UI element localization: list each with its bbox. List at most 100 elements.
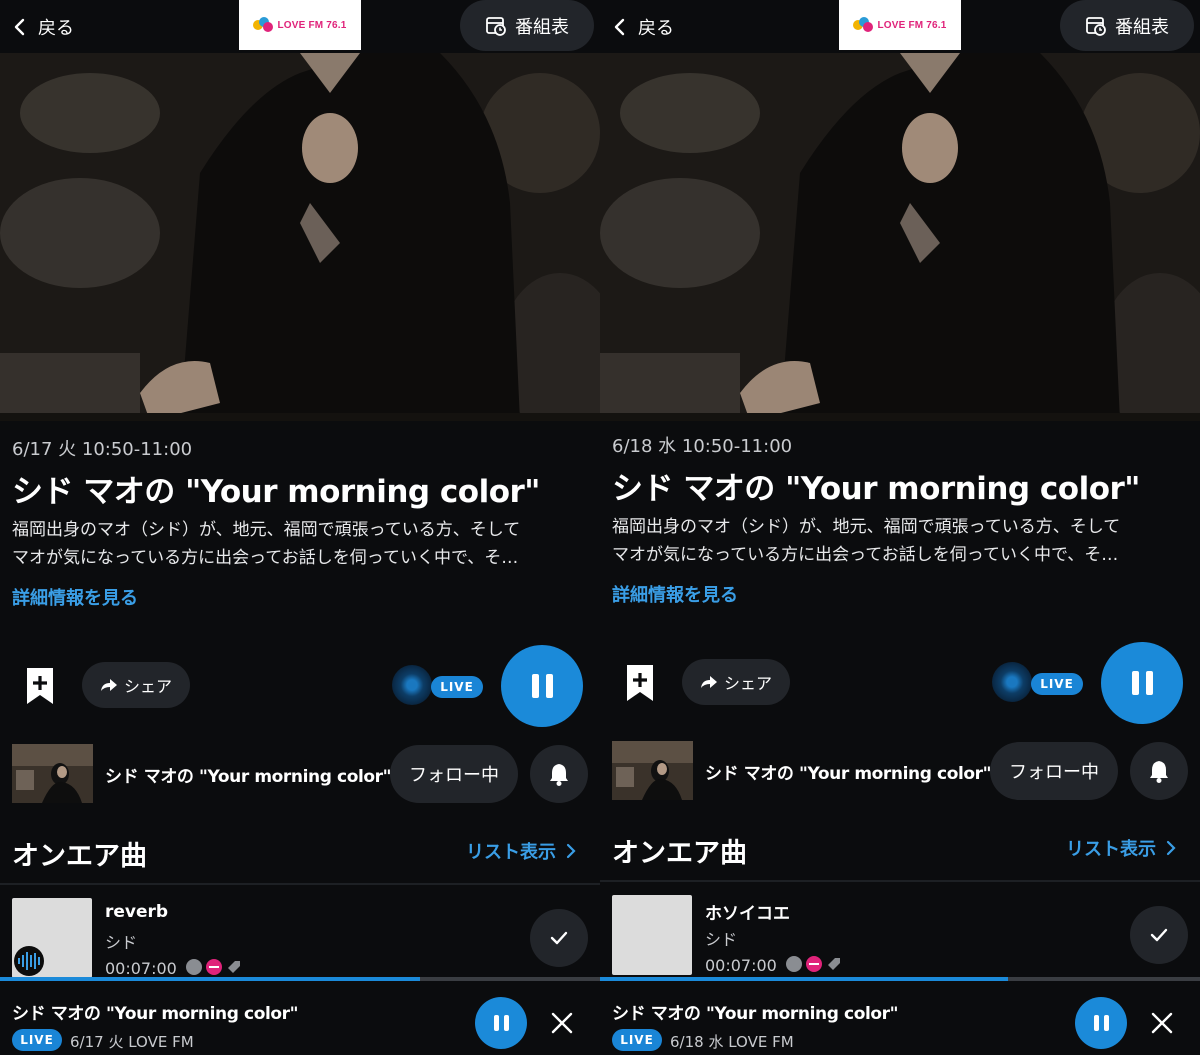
player-screen-left: 戻る LOVE FM 76.1 番組表 6/17 火 10:50-11:00 シ <box>0 0 600 1055</box>
service-icon <box>786 956 802 972</box>
back-label: 戻る <box>638 17 674 39</box>
mini-player-title: シド マオの "Your morning color" <box>12 1004 299 1024</box>
list-view-label: リスト表示 <box>1066 839 1156 860</box>
bell-icon <box>1150 761 1168 783</box>
artist-photo <box>600 53 1200 421</box>
tag-icon <box>228 961 240 973</box>
program-description-line: 福岡出身のマオ（シド）が、地元、福岡で頑張っている方、そして <box>612 517 1121 537</box>
mini-pause-button[interactable] <box>475 997 527 1049</box>
check-icon <box>1150 928 1168 942</box>
pause-icon <box>493 1015 509 1031</box>
service-icon <box>806 956 822 972</box>
share-arrow-icon <box>100 679 117 691</box>
mini-live-badge: LIVE <box>12 1029 62 1051</box>
program-description: 福岡出身のマオ（シド）が、地元、福岡で頑張っている方、そして マオが気になってい… <box>612 513 1188 569</box>
program-description: 福岡出身のマオ（シド）が、地元、福岡で頑張っている方、そして マオが気になってい… <box>12 516 588 572</box>
program-hero-image <box>0 53 600 421</box>
service-icon <box>206 959 222 975</box>
mini-pause-button[interactable] <box>1075 997 1127 1049</box>
program-name: シド マオの "Your morning color" <box>105 767 392 787</box>
song-title: ホソイコエ <box>705 904 790 924</box>
song-artwork <box>12 898 92 978</box>
bookmark-add-icon[interactable] <box>20 664 60 708</box>
share-label: シェア <box>123 677 172 696</box>
pause-icon <box>1131 671 1153 695</box>
check-button[interactable] <box>1130 906 1188 964</box>
schedule-label: 番組表 <box>1115 16 1169 38</box>
audio-wave-icon <box>14 946 44 976</box>
list-view-link[interactable]: リスト表示 <box>466 838 578 864</box>
details-link[interactable]: 詳細情報を見る <box>12 584 138 610</box>
broadcast-datetime: 6/17 火 10:50-11:00 <box>12 439 193 460</box>
back-button[interactable]: 戻る <box>610 0 674 53</box>
pause-icon <box>1093 1015 1109 1031</box>
notification-button[interactable] <box>1130 742 1188 800</box>
check-button[interactable] <box>530 909 588 967</box>
back-button[interactable]: 戻る <box>10 0 74 53</box>
mini-player[interactable]: シド マオの "Your morning color" LIVE 6/17 火 … <box>0 981 600 1055</box>
follow-button[interactable]: フォロー中 <box>390 745 518 803</box>
chevron-left-icon <box>614 18 625 35</box>
song-duration: 00:07:00 <box>105 959 177 978</box>
pause-button[interactable] <box>1101 642 1183 724</box>
calendar-clock-icon <box>486 16 506 36</box>
station-logo: LOVE FM 76.1 <box>239 0 361 50</box>
calendar-clock-icon <box>1086 16 1106 36</box>
live-pulse-indicator <box>392 665 432 705</box>
station-logo-text: LOVE FM 76.1 <box>877 19 947 31</box>
schedule-button[interactable]: 番組表 <box>460 0 594 51</box>
program-hero-image <box>600 53 1200 421</box>
song-artist: シド <box>705 930 738 949</box>
list-view-label: リスト表示 <box>466 842 556 863</box>
mini-live-badge: LIVE <box>612 1029 662 1051</box>
share-arrow-icon <box>700 676 717 688</box>
service-icon <box>186 959 202 975</box>
bell-icon <box>550 764 568 786</box>
back-label: 戻る <box>38 17 74 39</box>
top-bar: 戻る LOVE FM 76.1 番組表 <box>600 0 1200 53</box>
song-service-icons <box>186 959 242 975</box>
love-fm-mark-icon <box>253 17 274 33</box>
share-button[interactable]: シェア <box>82 662 190 708</box>
player-screen-right: 戻る LOVE FM 76.1 番組表 6/18 水 10:50-11:00 シ <box>600 0 1200 1055</box>
bookmark-add-icon[interactable] <box>620 661 660 705</box>
program-row[interactable]: シド マオの "Your morning color" フォロー中 <box>600 739 1200 803</box>
live-badge: LIVE <box>1031 673 1083 695</box>
broadcast-datetime: 6/18 水 10:50-11:00 <box>612 436 793 457</box>
song-artwork <box>612 895 692 975</box>
schedule-button[interactable]: 番組表 <box>1060 0 1194 51</box>
schedule-label: 番組表 <box>515 16 569 38</box>
program-thumbnail <box>12 744 93 803</box>
tag-icon <box>828 958 840 970</box>
chevron-right-icon <box>1166 840 1176 856</box>
onair-heading: オンエア曲 <box>612 838 747 869</box>
program-row[interactable]: シド マオの "Your morning color" フォロー中 <box>0 742 600 806</box>
mini-player[interactable]: シド マオの "Your morning color" LIVE 6/18 水 … <box>600 981 1200 1055</box>
song-title: reverb <box>105 902 169 922</box>
program-description-line: マオが気になっている方に出会ってお話しを伺っていく中で、そ… <box>612 545 1119 565</box>
program-name: シド マオの "Your morning color" <box>705 764 992 784</box>
close-icon[interactable] <box>1146 1007 1178 1039</box>
artist-photo <box>0 53 600 421</box>
mini-player-title: シド マオの "Your morning color" <box>612 1004 899 1024</box>
song-row[interactable]: ホソイコエ シド 00:07:00 <box>600 882 1200 975</box>
chevron-left-icon <box>14 18 25 35</box>
list-view-link[interactable]: リスト表示 <box>1066 835 1178 861</box>
details-link[interactable]: 詳細情報を見る <box>612 581 738 607</box>
program-thumbnail <box>612 741 693 800</box>
notification-button[interactable] <box>530 745 588 803</box>
song-duration: 00:07:00 <box>705 956 777 975</box>
program-title: シド マオの "Your morning color" <box>612 471 1140 507</box>
close-icon[interactable] <box>546 1007 578 1039</box>
program-description-line: マオが気になっている方に出会ってお話しを伺っていく中で、そ… <box>12 548 519 568</box>
love-fm-mark-icon <box>853 17 874 33</box>
follow-button[interactable]: フォロー中 <box>990 742 1118 800</box>
song-service-icons <box>786 956 842 972</box>
mini-player-meta: 6/17 火 LOVE FM <box>70 1033 194 1051</box>
pause-icon <box>531 674 553 698</box>
share-button[interactable]: シェア <box>682 659 790 705</box>
song-row[interactable]: reverb シド 00:07:00 <box>0 885 600 978</box>
pause-button[interactable] <box>501 645 583 727</box>
mini-player-meta: 6/18 水 LOVE FM <box>670 1033 794 1051</box>
program-description-line: 福岡出身のマオ（シド）が、地元、福岡で頑張っている方、そして <box>12 520 521 540</box>
